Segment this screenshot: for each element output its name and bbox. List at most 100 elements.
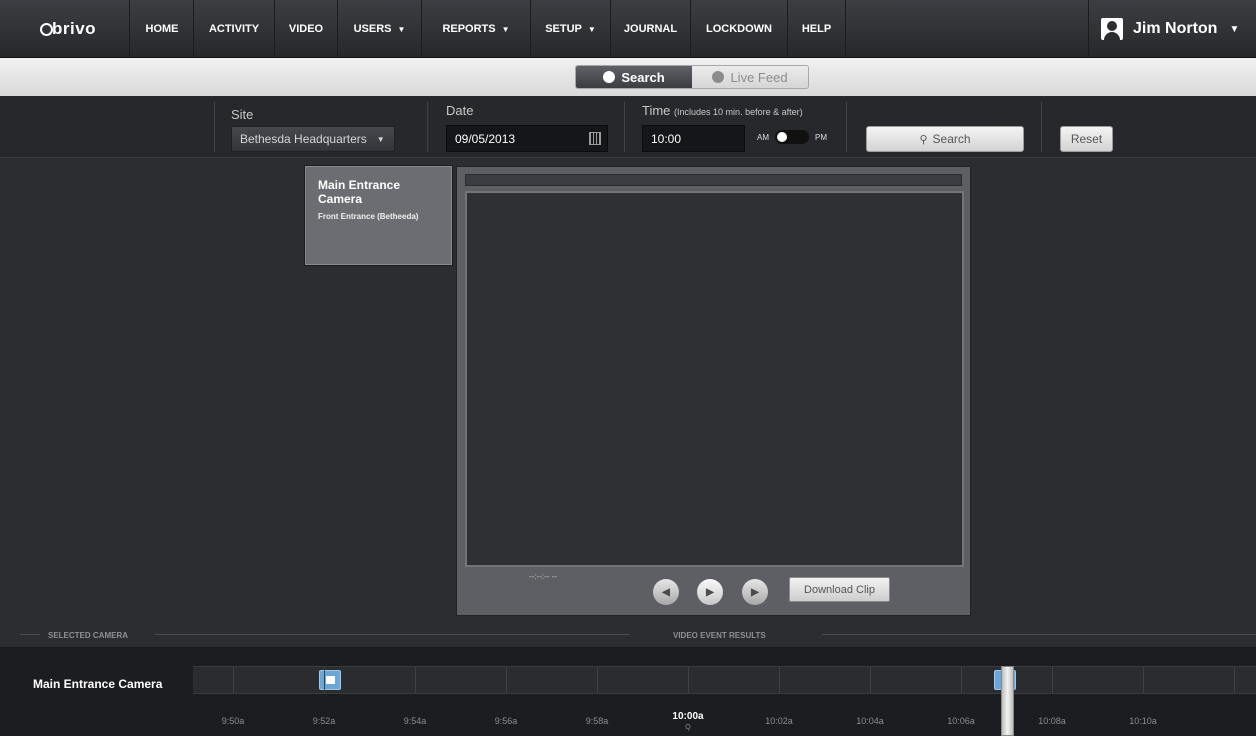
nav-activity-label: ACTIVITY xyxy=(208,23,260,35)
mode-bar: Search Live Feed xyxy=(0,58,1256,96)
nav-help-label: HELP xyxy=(801,23,832,35)
timeline-time-label: 9:52a xyxy=(312,716,336,726)
chevron-down-icon: ▼ xyxy=(376,134,385,144)
nav-setup[interactable]: SETUP ▼ xyxy=(531,0,611,58)
video-event-results-heading: VIDEO EVENT RESULTS xyxy=(673,630,766,640)
chevron-down-icon: ▼ xyxy=(587,24,596,34)
timeline-tick xyxy=(324,666,325,694)
brivo-logo[interactable]: brivo xyxy=(12,0,130,58)
timeline-tick xyxy=(233,666,234,694)
timeline-time-label: 10:00a xyxy=(672,711,704,722)
live-feed-label: Live Feed xyxy=(730,69,788,85)
logo-text: brivo xyxy=(52,19,97,38)
current-time-search-marker: Q xyxy=(685,724,691,731)
nav-help[interactable]: HELP xyxy=(788,0,846,58)
divider xyxy=(155,634,630,635)
time-label-text: Time xyxy=(642,103,671,118)
camera-card-title: Main Entrance Camera xyxy=(318,178,401,206)
nav-reports-label: REPORTS xyxy=(442,23,496,35)
nav-users[interactable]: USERS ▼ xyxy=(338,0,422,58)
search-button[interactable]: ⚲ Search xyxy=(866,126,1024,152)
time-field[interactable]: 10:00 xyxy=(642,125,745,152)
alert-icon xyxy=(712,71,725,83)
site-select[interactable]: Bethesda Headquarters ▼ xyxy=(231,126,395,152)
timeline-time-label: 10:04a xyxy=(856,716,884,726)
divider xyxy=(822,634,1256,635)
user-menu[interactable]: Jim Norton ▼ xyxy=(1088,0,1246,58)
divider xyxy=(214,102,215,152)
live-feed-tab[interactable]: Live Feed xyxy=(692,66,808,88)
search-mode-tab[interactable]: Search xyxy=(576,66,692,88)
nav-setup-label: SETUP xyxy=(545,23,582,35)
app-root: brivo HOME ACTIVITY VIDEO USERS ▼ REPORTS… xyxy=(0,0,1256,736)
site-value: Bethesda Headquarters xyxy=(240,132,367,146)
nav-activity[interactable]: ACTIVITY xyxy=(194,0,275,58)
timeline-time-label: 9:58a xyxy=(585,716,609,726)
download-clip-label: Download Clip xyxy=(804,583,875,596)
search-mode-label: Search xyxy=(621,69,665,85)
timeline-tick xyxy=(1234,666,1235,694)
nav-lockdown-label: LOCKDOWN xyxy=(706,23,772,35)
video-screen[interactable] xyxy=(465,191,964,567)
toggle-knob xyxy=(775,130,809,144)
reset-button-label: Reset xyxy=(1070,132,1103,146)
nav-lockdown[interactable]: LOCKDOWN xyxy=(691,0,788,58)
date-label: Date xyxy=(446,103,474,118)
top-nav: brivo HOME ACTIVITY VIDEO USERS ▼ REPORTS… xyxy=(0,0,1256,58)
timeline-tick xyxy=(1143,666,1144,694)
camera-card-subtitle: Front Entrance (Betheeda) xyxy=(318,212,419,221)
divider xyxy=(624,102,625,152)
nav-home-label: HOME xyxy=(145,23,179,35)
timeline-tick xyxy=(1052,666,1053,694)
timeline-time-label: 10:02a xyxy=(765,716,793,726)
divider xyxy=(1041,102,1042,152)
site-label: Site xyxy=(231,107,254,122)
mode-toggle: Search Live Feed xyxy=(575,65,809,89)
timeline-tick xyxy=(870,666,871,694)
nav-home[interactable]: HOME xyxy=(131,0,194,58)
pm-label: PM xyxy=(815,132,827,142)
timeline-tick xyxy=(779,666,780,694)
timeline-time-label: 10:06a xyxy=(947,716,975,726)
timeline-tick xyxy=(597,666,598,694)
timeline-tick xyxy=(415,666,416,694)
player-title-bar xyxy=(465,174,962,186)
timeline-scrubber-handle[interactable] xyxy=(1001,666,1014,736)
timeline-time-label: 9:50a xyxy=(221,716,245,726)
nav-reports[interactable]: REPORTS ▼ xyxy=(422,0,531,58)
nav-users-label: USERS xyxy=(353,23,392,35)
skip-back-icon: ◀ xyxy=(662,586,670,598)
user-name: Jim Norton xyxy=(1133,20,1218,37)
nav-video-label: VIDEO xyxy=(288,23,324,35)
skip-forward-button[interactable]: ▶ xyxy=(742,579,768,605)
date-value: 09/05/2013 xyxy=(455,131,516,146)
camera-card[interactable]: Main Entrance Camera Front Entrance (Bet… xyxy=(305,166,452,265)
am-label: AM xyxy=(757,132,769,142)
reset-button[interactable]: Reset xyxy=(1060,126,1113,152)
chevron-down-icon: ▼ xyxy=(1229,23,1240,35)
timeline-track[interactable] xyxy=(193,666,1256,694)
timeline-camera-name: Main Entrance Camera xyxy=(33,677,163,691)
event-marker[interactable] xyxy=(319,670,341,690)
search-icon: ⚲ xyxy=(919,133,928,146)
nav-journal[interactable]: JOURNAL xyxy=(611,0,691,58)
search-button-label: Search xyxy=(932,132,971,146)
am-pm-toggle[interactable]: AM PM xyxy=(757,130,827,144)
play-button[interactable]: ▶ xyxy=(697,579,723,605)
logo-ring-icon xyxy=(40,23,53,36)
calendar-icon[interactable] xyxy=(589,132,601,145)
timecode: --:--:-- -- xyxy=(529,572,557,581)
download-clip-button[interactable]: Download Clip xyxy=(789,577,890,602)
nav-video[interactable]: VIDEO xyxy=(275,0,338,58)
chevron-down-icon: ▼ xyxy=(397,24,406,34)
date-field[interactable]: 09/05/2013 xyxy=(446,125,608,152)
timeline-tick xyxy=(506,666,507,694)
time-note: (Includes 10 min. before & after) xyxy=(674,107,803,117)
time-label: Time (Includes 10 min. before & after) xyxy=(642,103,803,118)
skip-forward-icon: ▶ xyxy=(751,586,759,598)
nav-journal-label: JOURNAL xyxy=(623,23,678,35)
time-value: 10:00 xyxy=(651,131,682,146)
clock-icon xyxy=(603,71,616,83)
skip-back-button[interactable]: ◀ xyxy=(653,579,679,605)
divider xyxy=(427,102,428,152)
